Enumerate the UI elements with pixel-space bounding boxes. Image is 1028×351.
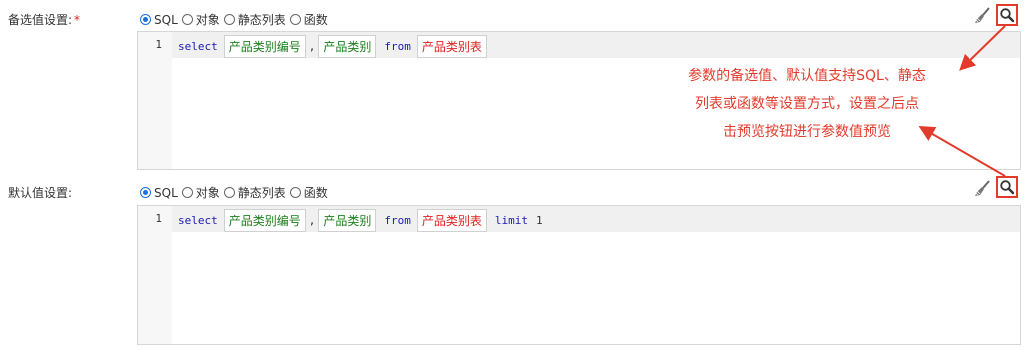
brush-icon[interactable]: [973, 180, 991, 198]
sql-table-token[interactable]: 产品类别表: [416, 35, 487, 58]
radio-static-list[interactable]: 静态列表: [223, 184, 286, 201]
sql-comma: ,: [308, 214, 316, 227]
required-mark: *: [74, 13, 81, 27]
preview-button-bottom[interactable]: [996, 176, 1018, 198]
radio-sql[interactable]: SQL: [140, 186, 178, 200]
magnifier-icon: [1000, 8, 1015, 23]
sql-comma: ,: [308, 40, 316, 53]
radio-function-label: 函数: [303, 13, 328, 27]
radio-function[interactable]: 函数: [289, 184, 328, 201]
annotation-line: 击预览按钮进行参数值预览: [723, 124, 891, 140]
radio-object-label: 对象: [195, 13, 220, 27]
default-values-source-radios: SQL 对象 静态列表 函数: [140, 184, 332, 201]
radio-function[interactable]: 函数: [289, 11, 328, 28]
radio-object[interactable]: 对象: [181, 184, 220, 201]
sql-code-line[interactable]: select 产品类别编号 , 产品类别 from 产品类别表: [176, 35, 489, 58]
sql-limit-value: 1: [536, 214, 543, 227]
radio-static-list-label: 静态列表: [237, 13, 286, 27]
line-number: 1: [155, 38, 162, 51]
sql-keyword-limit: limit: [494, 214, 529, 227]
radio-object-circle[interactable]: [181, 14, 193, 25]
brush-icon[interactable]: [973, 7, 991, 25]
annotation-line: 参数的备选值、默认值支持SQL、静态: [688, 68, 926, 84]
radio-object-label: 对象: [195, 186, 220, 200]
radio-sql[interactable]: SQL: [140, 13, 178, 27]
radio-function-circle[interactable]: [289, 14, 301, 25]
sql-field-token[interactable]: 产品类别编号: [223, 35, 306, 58]
annotation-text: 参数的备选值、默认值支持SQL、静态 列表或函数等设置方式，设置之后点 击预览按…: [652, 62, 962, 146]
annotation-line: 列表或函数等设置方式，设置之后点: [695, 96, 919, 112]
sql-field-token[interactable]: 产品类别编号: [223, 209, 306, 232]
magnifier-icon: [1000, 180, 1015, 195]
sql-keyword-select: select: [178, 214, 218, 227]
optional-values-source-radios: SQL 对象 静态列表 函数: [140, 11, 332, 28]
sql-table-token[interactable]: 产品类别表: [416, 209, 487, 232]
default-values-sql-editor[interactable]: 1 select 产品类别编号 , 产品类别 from 产品类别表 limit …: [137, 205, 1021, 345]
line-gutter: [138, 206, 172, 344]
radio-sql-label: SQL: [154, 12, 178, 27]
radio-function-label: 函数: [303, 186, 328, 200]
sql-code-line[interactable]: select 产品类别编号 , 产品类别 from 产品类别表 limit 1: [176, 209, 543, 232]
sql-keyword-from: from: [384, 40, 411, 53]
preview-button-top[interactable]: [996, 4, 1018, 26]
radio-sql-label: SQL: [154, 185, 178, 200]
line-gutter: [138, 32, 172, 169]
sql-field-token[interactable]: 产品类别: [318, 35, 377, 58]
sql-keyword-from: from: [384, 214, 411, 227]
line-number: 1: [155, 212, 162, 225]
radio-static-list-label: 静态列表: [237, 186, 286, 200]
default-values-label: 默认值设置:: [8, 184, 72, 201]
default-values-label-text: 默认值设置:: [8, 186, 73, 200]
radio-sql-circle[interactable]: [140, 187, 151, 198]
optional-values-label-text: 备选值设置:: [8, 13, 73, 27]
radio-function-circle[interactable]: [289, 187, 301, 198]
radio-static-list-circle[interactable]: [223, 14, 235, 25]
radio-static-list-circle[interactable]: [223, 187, 235, 198]
radio-static-list[interactable]: 静态列表: [223, 11, 286, 28]
sql-field-token[interactable]: 产品类别: [318, 209, 377, 232]
radio-object-circle[interactable]: [181, 187, 193, 198]
sql-keyword-select: select: [178, 40, 218, 53]
radio-object[interactable]: 对象: [181, 11, 220, 28]
radio-sql-circle[interactable]: [140, 14, 151, 25]
optional-values-label: 备选值设置: *: [8, 11, 80, 28]
